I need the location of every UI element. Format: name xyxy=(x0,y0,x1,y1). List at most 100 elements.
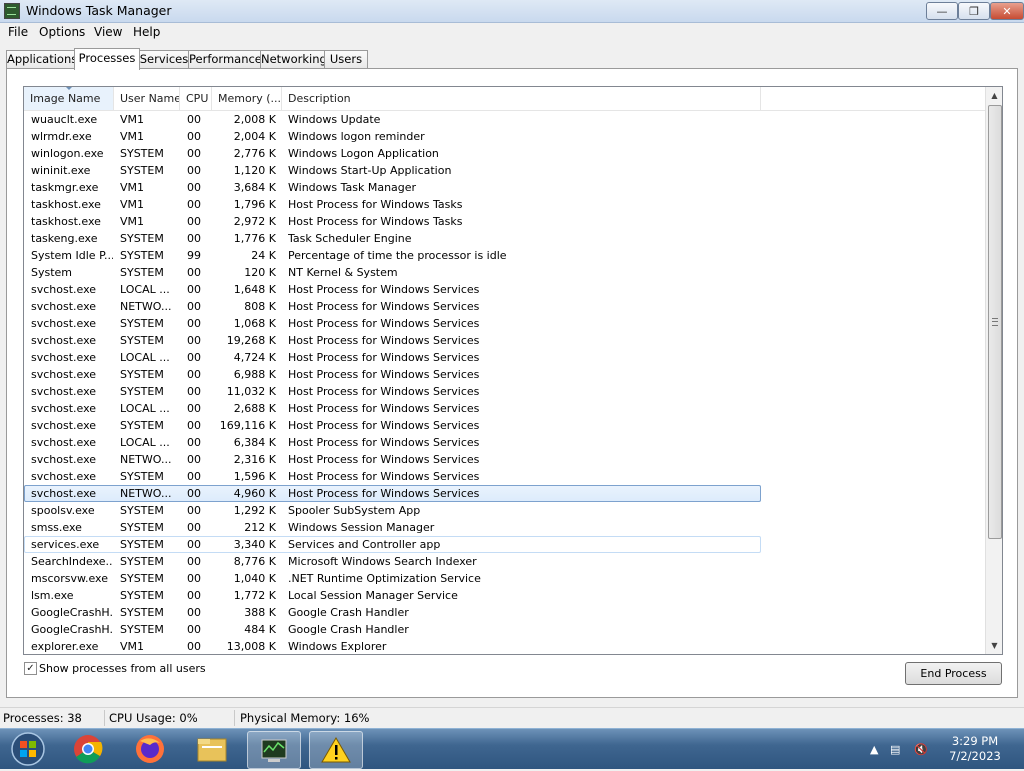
menu-view[interactable]: View xyxy=(91,25,125,39)
title-bar[interactable]: Windows Task Manager — ❐ ✕ xyxy=(0,0,1024,23)
process-user: SYSTEM xyxy=(120,368,164,381)
table-row[interactable]: svchost.exe SYSTEM 00 19,268 K Host Process … xyxy=(24,332,985,349)
process-cpu: 00 xyxy=(187,130,201,143)
process-user: SYSTEM xyxy=(120,164,164,177)
scroll-up-arrow-icon[interactable]: ▲ xyxy=(986,87,1002,104)
column-header-memory[interactable]: Memory (... xyxy=(212,87,282,110)
table-row[interactable]: taskmgr.exe VM1 00 3,684 K Windows Task Mana… xyxy=(24,179,985,196)
table-row[interactable]: svchost.exe NETWO... 00 4,960 K Host Process… xyxy=(24,485,761,502)
table-row[interactable]: svchost.exe NETWO... 00 2,316 K Host Process… xyxy=(24,451,985,468)
table-row[interactable]: services.exe SYSTEM 00 3,340 K Services and … xyxy=(24,536,761,553)
table-row[interactable]: spoolsv.exe SYSTEM 00 1,292 K Spooler SubSys… xyxy=(24,502,985,519)
tab-performance[interactable]: Performance xyxy=(188,50,262,68)
process-user: SYSTEM xyxy=(120,334,164,347)
process-cpu: 00 xyxy=(187,623,201,636)
process-cpu: 00 xyxy=(187,436,201,449)
process-memory: 808 K xyxy=(244,300,276,313)
warning-icon[interactable] xyxy=(309,731,363,769)
process-description: Host Process for Windows Services xyxy=(288,419,480,432)
minimize-button[interactable]: — xyxy=(926,2,958,20)
table-row[interactable]: svchost.exe SYSTEM 00 169,116 K Host Process… xyxy=(24,417,985,434)
process-cpu: 00 xyxy=(187,606,201,619)
process-cpu: 00 xyxy=(187,385,201,398)
show-all-users-label: Show processes from all users xyxy=(39,662,206,675)
table-row[interactable]: svchost.exe SYSTEM 00 11,032 K Host Process … xyxy=(24,383,985,400)
table-row[interactable]: explorer.exe VM1 00 13,008 K Windows Explore… xyxy=(24,638,985,654)
process-name: svchost.exe xyxy=(31,487,97,500)
process-list[interactable]: Image Name User Name CPU Memory (... Des… xyxy=(23,86,1003,655)
column-header-description[interactable]: Description xyxy=(282,87,761,110)
menu-options[interactable]: Options xyxy=(36,25,88,39)
table-row[interactable]: wininit.exe SYSTEM 00 1,120 K Windows Start-… xyxy=(24,162,985,179)
table-row[interactable]: mscorsvw.exe SYSTEM 00 1,040 K .NET Runtime … xyxy=(24,570,985,587)
table-row[interactable]: taskhost.exe VM1 00 1,796 K Host Process for… xyxy=(24,196,985,213)
clock-time: 3:29 PM xyxy=(951,734,999,748)
process-description: Host Process for Windows Services xyxy=(288,300,480,313)
table-row[interactable]: wlrmdr.exe VM1 00 2,004 K Windows logon remi… xyxy=(24,128,985,145)
process-name: winlogon.exe xyxy=(31,147,104,160)
table-row[interactable]: svchost.exe LOCAL ... 00 6,384 K Host Proces… xyxy=(24,434,985,451)
process-cpu: 00 xyxy=(187,113,201,126)
table-row[interactable]: SearchIndexe... SYSTEM 00 8,776 K Microsoft … xyxy=(24,553,985,570)
process-description: Host Process for Windows Services xyxy=(288,317,480,330)
column-header-user-name[interactable]: User Name xyxy=(114,87,180,110)
process-memory: 3,340 K xyxy=(233,538,276,551)
process-name: svchost.exe xyxy=(31,402,97,415)
menu-help[interactable]: Help xyxy=(130,25,163,39)
scroll-down-arrow-icon[interactable]: ▼ xyxy=(986,637,1002,654)
process-description: Windows Logon Application xyxy=(288,147,439,160)
vertical-scrollbar[interactable]: ▲ ▼ xyxy=(985,87,1002,654)
tab-applications[interactable]: Applications xyxy=(6,50,77,68)
column-header-image-name[interactable]: Image Name xyxy=(24,87,114,110)
table-row[interactable]: System SYSTEM 00 120 K NT Kernel & System xyxy=(24,264,985,281)
window-title: Windows Task Manager xyxy=(26,3,172,18)
process-cpu: 00 xyxy=(187,198,201,211)
process-description: Task Scheduler Engine xyxy=(288,232,412,245)
table-row[interactable]: wuauclt.exe VM1 00 2,008 K Windows Update xyxy=(24,111,985,128)
table-row[interactable]: System Idle P... SYSTEM 99 24 K Percentage o… xyxy=(24,247,985,264)
process-description: Windows Start-Up Application xyxy=(288,164,452,177)
close-button[interactable]: ✕ xyxy=(990,2,1024,20)
process-name: svchost.exe xyxy=(31,470,97,483)
table-row[interactable]: taskhost.exe VM1 00 2,972 K Host Process for… xyxy=(24,213,985,230)
network-icon[interactable]: ▤ xyxy=(890,743,900,756)
task-manager-icon[interactable] xyxy=(247,731,301,769)
tab-processes[interactable]: Processes xyxy=(74,48,140,70)
tab-users[interactable]: Users xyxy=(324,50,368,68)
tab-networking[interactable]: Networking xyxy=(260,50,327,68)
process-description: Host Process for Windows Tasks xyxy=(288,215,463,228)
menu-file[interactable]: File xyxy=(5,25,31,39)
end-process-button[interactable]: End Process xyxy=(905,662,1002,685)
scroll-thumb[interactable] xyxy=(988,105,1002,539)
start-orb-icon[interactable] xyxy=(2,731,54,767)
table-row[interactable]: svchost.exe NETWO... 00 808 K Host Process f… xyxy=(24,298,985,315)
process-description: Percentage of time the processor is idle xyxy=(288,249,507,262)
process-cpu: 00 xyxy=(187,232,201,245)
checkbox-check-icon[interactable]: ✓ xyxy=(24,662,37,675)
table-row[interactable]: taskeng.exe SYSTEM 00 1,776 K Task Scheduler… xyxy=(24,230,985,247)
file-explorer-icon[interactable] xyxy=(186,731,238,767)
table-row[interactable]: svchost.exe LOCAL ... 00 1,648 K Host Proces… xyxy=(24,281,985,298)
table-row[interactable]: winlogon.exe SYSTEM 00 2,776 K Windows Logon… xyxy=(24,145,985,162)
process-memory: 8,776 K xyxy=(233,555,276,568)
table-row[interactable]: GoogleCrashH... SYSTEM 00 484 K Google Crash… xyxy=(24,621,985,638)
status-divider xyxy=(104,710,105,726)
table-row[interactable]: svchost.exe SYSTEM 00 1,068 K Host Process f… xyxy=(24,315,985,332)
maximize-button[interactable]: ❐ xyxy=(958,2,990,20)
process-description: NT Kernel & System xyxy=(288,266,398,279)
table-row[interactable]: svchost.exe SYSTEM 00 6,988 K Host Process f… xyxy=(24,366,985,383)
firefox-icon[interactable] xyxy=(124,731,176,767)
column-header-cpu[interactable]: CPU xyxy=(180,87,212,110)
table-row[interactable]: svchost.exe LOCAL ... 00 2,688 K Host Proces… xyxy=(24,400,985,417)
volume-muted-icon[interactable]: 🔇 xyxy=(914,743,928,756)
tab-services[interactable]: Services xyxy=(138,50,190,68)
chrome-icon[interactable] xyxy=(62,731,114,767)
table-row[interactable]: svchost.exe SYSTEM 00 1,596 K Host Process f… xyxy=(24,468,985,485)
table-row[interactable]: GoogleCrashH... SYSTEM 00 388 K Google Crash… xyxy=(24,604,985,621)
table-row[interactable]: svchost.exe LOCAL ... 00 4,724 K Host Proces… xyxy=(24,349,985,366)
show-hidden-icons-icon[interactable]: ▲ xyxy=(870,743,878,756)
table-row[interactable]: smss.exe SYSTEM 00 212 K Windows Session Man… xyxy=(24,519,985,536)
table-row[interactable]: lsm.exe SYSTEM 00 1,772 K Local Session Mana… xyxy=(24,587,985,604)
process-name: svchost.exe xyxy=(31,436,97,449)
system-clock[interactable]: 3:29 PM 7/2/2023 xyxy=(940,734,1010,764)
